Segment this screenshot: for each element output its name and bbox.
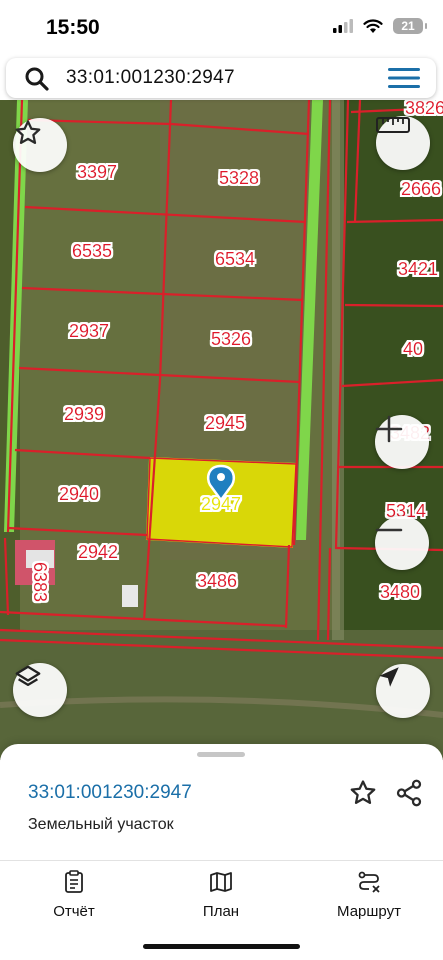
parcel-label[interactable]: 3480 [380, 582, 420, 602]
gravel-road [332, 100, 344, 640]
route-icon [358, 871, 380, 893]
tab-route[interactable]: Маршрут [314, 870, 424, 920]
layers-button[interactable] [13, 663, 67, 717]
tab-report[interactable]: Отчёт [19, 870, 129, 920]
cellular-signal-icon [333, 19, 353, 33]
zoom-out-button[interactable] [375, 516, 429, 570]
sheet-divider [0, 860, 443, 861]
parcel-label[interactable]: 6534 [215, 249, 255, 269]
layers-icon [15, 665, 41, 686]
parcel-label[interactable]: 6535 [72, 241, 112, 261]
tab-plan-label: План [202, 903, 240, 920]
parcel-label[interactable]: 2940 [59, 484, 99, 504]
report-icon [65, 870, 83, 893]
status-icons: 21 [333, 18, 427, 34]
star-outline-icon [15, 120, 41, 144]
tab-route-label: Маршрут [337, 903, 401, 920]
battery-icon: 21 [393, 18, 427, 34]
status-time: 15:50 [46, 16, 100, 39]
hamburger-menu-icon[interactable] [388, 67, 420, 89]
shed [122, 585, 138, 607]
plus-icon [375, 415, 403, 443]
search-icon[interactable] [24, 66, 50, 92]
parcel-label[interactable]: 2937 [69, 321, 109, 341]
share-icon[interactable] [394, 778, 424, 808]
parcel-label[interactable]: 2942 [78, 542, 118, 562]
parcel-info-sheet[interactable]: 33:01:001230:2947 Земельный участок Отчё… [0, 744, 443, 960]
parcel-type: Земельный участок [28, 816, 174, 833]
parcel-label[interactable]: 5326 [211, 329, 251, 349]
parcel-label[interactable]: 3826 [405, 100, 443, 118]
home-indicator [143, 944, 300, 949]
tab-plan[interactable]: План [166, 870, 276, 920]
ruler-icon [376, 117, 410, 133]
wifi-icon [363, 18, 383, 33]
zoom-in-button[interactable] [375, 415, 429, 469]
tab-report-label: Отчёт [53, 903, 95, 920]
parcel-label[interactable]: 6383 [30, 562, 50, 602]
search-input[interactable]: 33:01:001230:2947 [66, 67, 235, 89]
parcel-label[interactable]: 3397 [77, 162, 117, 182]
parcel-label[interactable]: 2939 [64, 404, 104, 424]
minus-icon [375, 528, 403, 532]
locate-me-button[interactable] [376, 664, 430, 718]
navigation-arrow-icon [379, 667, 399, 687]
status-bar: 15:50 21 [0, 0, 443, 58]
parcel-label[interactable]: 3486 [197, 571, 237, 591]
battery-level: 21 [401, 19, 415, 33]
parcel-label[interactable]: 3421 [398, 259, 438, 279]
search-bar[interactable]: 33:01:001230:2947 [6, 58, 436, 98]
ruler-button[interactable] [376, 116, 430, 170]
cadastral-map[interactable]: 3397 5328 3826 2666 6535 6534 3421 2937 … [0, 100, 443, 760]
sheet-drag-handle[interactable] [197, 752, 245, 757]
parcel-label[interactable]: 2945 [205, 413, 245, 433]
parcel-label[interactable]: 40 [403, 339, 423, 359]
parcel-cadastral-number: 33:01:001230:2947 [28, 782, 192, 803]
map-icon [210, 872, 232, 892]
parcel-label[interactable]: 2666 [401, 179, 441, 199]
favorite-button[interactable] [13, 118, 67, 172]
favorite-star-icon[interactable] [348, 778, 378, 808]
parcel-label[interactable]: 5328 [219, 168, 259, 188]
